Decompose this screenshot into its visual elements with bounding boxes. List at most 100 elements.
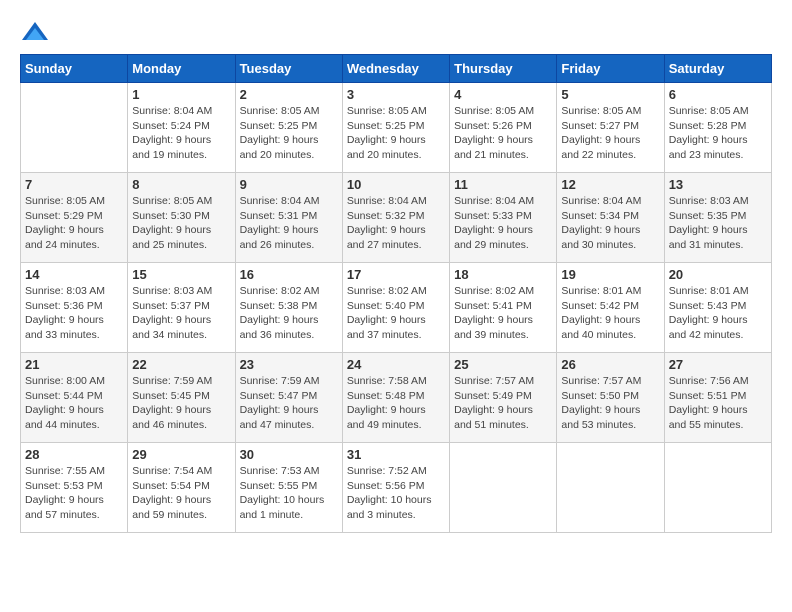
calendar-cell — [21, 83, 128, 173]
day-number: 8 — [132, 177, 230, 192]
day-info: Sunrise: 8:03 AMSunset: 5:35 PMDaylight:… — [669, 194, 767, 253]
day-number: 7 — [25, 177, 123, 192]
calendar-cell: 15Sunrise: 8:03 AMSunset: 5:37 PMDayligh… — [128, 263, 235, 353]
day-info: Sunrise: 7:52 AMSunset: 5:56 PMDaylight:… — [347, 464, 445, 523]
calendar-cell — [557, 443, 664, 533]
calendar-cell: 31 Sunrise: 7:52 AMSunset: 5:56 PMDayligh… — [342, 443, 449, 533]
calendar-cell: 26 Sunrise: 7:57 AMSunset: 5:50 PMDayligh… — [557, 353, 664, 443]
calendar-cell: 13 Sunrise: 8:03 AMSunset: 5:35 PMDayligh… — [664, 173, 771, 263]
day-info: Sunrise: 7:55 AMSunset: 5:53 PMDaylight:… — [25, 464, 123, 523]
calendar-cell: 2 Sunrise: 8:05 AMSunset: 5:25 PMDaylight… — [235, 83, 342, 173]
day-info: Sunrise: 8:02 AMSunset: 5:38 PMDaylight:… — [240, 284, 338, 343]
calendar-cell: 4Sunrise: 8:05 AMSunset: 5:26 PMDaylight… — [450, 83, 557, 173]
day-number: 23 — [240, 357, 338, 372]
day-info: Sunrise: 8:05 AMSunset: 5:25 PMDaylight:… — [240, 104, 338, 163]
day-number: 31 — [347, 447, 445, 462]
day-info: Sunrise: 8:04 AMSunset: 5:33 PMDaylight:… — [454, 194, 552, 253]
day-number: 12 — [561, 177, 659, 192]
day-number: 3 — [347, 87, 445, 102]
calendar-cell: 17 Sunrise: 8:02 AMSunset: 5:40 PMDayligh… — [342, 263, 449, 353]
calendar-cell: 16 Sunrise: 8:02 AMSunset: 5:38 PMDayligh… — [235, 263, 342, 353]
day-info: Sunrise: 7:59 AMSunset: 5:47 PMDaylight:… — [240, 374, 338, 433]
calendar-cell: 30 Sunrise: 7:53 AMSunset: 5:55 PMDayligh… — [235, 443, 342, 533]
calendar-cell — [664, 443, 771, 533]
day-number: 16 — [240, 267, 338, 282]
day-info: Sunrise: 8:05 AMSunset: 5:27 PMDaylight:… — [561, 104, 659, 163]
calendar-cell: 23 Sunrise: 7:59 AMSunset: 5:47 PMDayligh… — [235, 353, 342, 443]
calendar-cell: 22 Sunrise: 7:59 AMSunset: 5:45 PMDayligh… — [128, 353, 235, 443]
day-number: 2 — [240, 87, 338, 102]
day-info: Sunrise: 8:01 AMSunset: 5:42 PMDaylight:… — [561, 284, 659, 343]
day-number: 13 — [669, 177, 767, 192]
logo-icon — [20, 20, 50, 44]
day-info: Sunrise: 8:04 AMSunset: 5:32 PMDaylight:… — [347, 194, 445, 253]
calendar-cell: 10Sunrise: 8:04 AMSunset: 5:32 PMDayligh… — [342, 173, 449, 263]
weekday-header: Thursday — [450, 55, 557, 83]
calendar-table: SundayMondayTuesdayWednesdayThursdayFrid… — [20, 54, 772, 533]
calendar-cell — [450, 443, 557, 533]
day-number: 18 — [454, 267, 552, 282]
day-number: 19 — [561, 267, 659, 282]
calendar-cell: 20 Sunrise: 8:01 AMSunset: 5:43 PMDayligh… — [664, 263, 771, 353]
calendar-cell: 25 Sunrise: 7:57 AMSunset: 5:49 PMDayligh… — [450, 353, 557, 443]
calendar-cell: 9Sunrise: 8:04 AMSunset: 5:31 PMDaylight… — [235, 173, 342, 263]
day-number: 17 — [347, 267, 445, 282]
calendar-cell: 7Sunrise: 8:05 AMSunset: 5:29 PMDaylight… — [21, 173, 128, 263]
calendar-cell: 18 Sunrise: 8:02 AMSunset: 5:41 PMDayligh… — [450, 263, 557, 353]
day-info: Sunrise: 7:56 AMSunset: 5:51 PMDaylight:… — [669, 374, 767, 433]
page-header — [20, 20, 772, 44]
day-info: Sunrise: 8:04 AMSunset: 5:24 PMDaylight:… — [132, 104, 230, 163]
day-info: Sunrise: 8:02 AMSunset: 5:41 PMDaylight:… — [454, 284, 552, 343]
calendar-cell: 21 Sunrise: 8:00 AMSunset: 5:44 PMDayligh… — [21, 353, 128, 443]
day-info: Sunrise: 8:03 AMSunset: 5:36 PMDaylight:… — [25, 284, 123, 343]
day-number: 25 — [454, 357, 552, 372]
calendar-week-row: 7Sunrise: 8:05 AMSunset: 5:29 PMDaylight… — [21, 173, 772, 263]
calendar-week-row: 14 Sunrise: 8:03 AMSunset: 5:36 PMDayligh… — [21, 263, 772, 353]
day-info: Sunrise: 8:05 AMSunset: 5:28 PMDaylight:… — [669, 104, 767, 163]
day-info: Sunrise: 7:54 AMSunset: 5:54 PMDaylight:… — [132, 464, 230, 523]
calendar-week-row: 28 Sunrise: 7:55 AMSunset: 5:53 PMDayligh… — [21, 443, 772, 533]
day-number: 26 — [561, 357, 659, 372]
day-info: Sunrise: 8:05 AMSunset: 5:30 PMDaylight:… — [132, 194, 230, 253]
day-info: Sunrise: 8:00 AMSunset: 5:44 PMDaylight:… — [25, 374, 123, 433]
day-number: 21 — [25, 357, 123, 372]
day-info: Sunrise: 8:01 AMSunset: 5:43 PMDaylight:… — [669, 284, 767, 343]
day-number: 14 — [25, 267, 123, 282]
calendar-cell: 11 Sunrise: 8:04 AMSunset: 5:33 PMDayligh… — [450, 173, 557, 263]
day-number: 30 — [240, 447, 338, 462]
day-info: Sunrise: 8:04 AMSunset: 5:31 PMDaylight:… — [240, 194, 338, 253]
day-info: Sunrise: 7:57 AMSunset: 5:49 PMDaylight:… — [454, 374, 552, 433]
calendar-week-row: 21 Sunrise: 8:00 AMSunset: 5:44 PMDayligh… — [21, 353, 772, 443]
day-number: 6 — [669, 87, 767, 102]
calendar-cell: 19 Sunrise: 8:01 AMSunset: 5:42 PMDayligh… — [557, 263, 664, 353]
day-info: Sunrise: 7:57 AMSunset: 5:50 PMDaylight:… — [561, 374, 659, 433]
day-number: 24 — [347, 357, 445, 372]
calendar-cell: 29 Sunrise: 7:54 AMSunset: 5:54 PMDayligh… — [128, 443, 235, 533]
day-number: 22 — [132, 357, 230, 372]
day-info: Sunrise: 8:05 AMSunset: 5:25 PMDaylight:… — [347, 104, 445, 163]
day-number: 5 — [561, 87, 659, 102]
calendar-cell: 12Sunrise: 8:04 AMSunset: 5:34 PMDayligh… — [557, 173, 664, 263]
calendar-cell: 8 Sunrise: 8:05 AMSunset: 5:30 PMDaylight… — [128, 173, 235, 263]
weekday-header: Monday — [128, 55, 235, 83]
calendar-cell: 27Sunrise: 7:56 AMSunset: 5:51 PMDayligh… — [664, 353, 771, 443]
weekday-header: Wednesday — [342, 55, 449, 83]
day-number: 28 — [25, 447, 123, 462]
day-number: 29 — [132, 447, 230, 462]
weekday-header: Friday — [557, 55, 664, 83]
day-info: Sunrise: 7:58 AMSunset: 5:48 PMDaylight:… — [347, 374, 445, 433]
day-number: 1 — [132, 87, 230, 102]
weekday-header: Sunday — [21, 55, 128, 83]
day-number: 20 — [669, 267, 767, 282]
day-info: Sunrise: 7:59 AMSunset: 5:45 PMDaylight:… — [132, 374, 230, 433]
day-info: Sunrise: 8:02 AMSunset: 5:40 PMDaylight:… — [347, 284, 445, 343]
day-number: 15 — [132, 267, 230, 282]
day-number: 11 — [454, 177, 552, 192]
weekday-header: Tuesday — [235, 55, 342, 83]
day-info: Sunrise: 7:53 AMSunset: 5:55 PMDaylight:… — [240, 464, 338, 523]
calendar-header-row: SundayMondayTuesdayWednesdayThursdayFrid… — [21, 55, 772, 83]
calendar-week-row: 1 Sunrise: 8:04 AMSunset: 5:24 PMDaylight… — [21, 83, 772, 173]
calendar-cell: 3 Sunrise: 8:05 AMSunset: 5:25 PMDaylight… — [342, 83, 449, 173]
calendar-cell: 1 Sunrise: 8:04 AMSunset: 5:24 PMDaylight… — [128, 83, 235, 173]
weekday-header: Saturday — [664, 55, 771, 83]
